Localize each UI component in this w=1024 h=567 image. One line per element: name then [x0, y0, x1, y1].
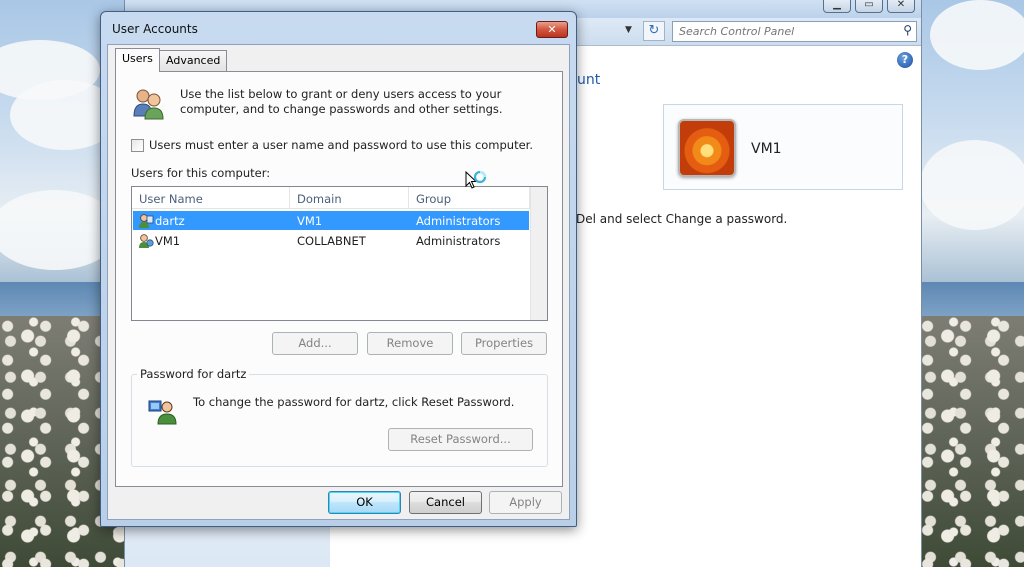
- intro-text: Use the list below to grant or deny user…: [180, 87, 503, 116]
- password-instructions: To change the password for dartz, click …: [193, 395, 515, 409]
- add-user-button[interactable]: Add...: [272, 332, 358, 355]
- dialog-title: User Accounts: [112, 22, 198, 36]
- help-icon[interactable]: ?: [897, 52, 913, 68]
- search-icon[interactable]: ⚲: [903, 23, 912, 37]
- column-header-group[interactable]: Group: [416, 192, 451, 206]
- user-tile-name: VM1: [751, 141, 782, 157]
- dialog-close-button[interactable]: ✕: [536, 21, 568, 38]
- users-list-label: Users for this computer:: [131, 166, 271, 180]
- ok-button[interactable]: OK: [328, 491, 401, 514]
- reset-password-button[interactable]: Reset Password...: [388, 428, 533, 451]
- password-user-icon: [148, 400, 177, 425]
- require-login-label: Users must enter a user name and passwor…: [149, 138, 534, 152]
- users-list[interactable]: User Name Domain Group dartz VM1 Adminis…: [131, 186, 548, 321]
- user-row-icon: [139, 214, 154, 228]
- tab-advanced[interactable]: Advanced: [159, 50, 228, 71]
- cp-search-box: ⚲: [672, 21, 917, 42]
- properties-button[interactable]: Properties: [461, 332, 547, 355]
- cell-user-name: VM1: [155, 234, 181, 248]
- cp-maximize-button[interactable]: ▭: [855, 0, 883, 13]
- search-input[interactable]: [673, 22, 883, 41]
- remove-user-button[interactable]: Remove: [367, 332, 453, 355]
- cp-minimize-button[interactable]: ▁: [823, 0, 851, 13]
- cancel-button[interactable]: Cancel: [409, 491, 482, 514]
- column-header-user-name[interactable]: User Name: [139, 192, 203, 206]
- password-group: Password for dartz To change the passwor…: [131, 367, 548, 467]
- cp-password-hint: Del and select Change a password.: [576, 212, 788, 226]
- table-row[interactable]: dartz VM1 Administrators: [133, 211, 529, 230]
- require-login-checkbox[interactable]: [131, 138, 144, 152]
- cp-close-button[interactable]: ✕: [887, 0, 915, 13]
- cell-domain: VM1: [297, 214, 323, 228]
- column-header-domain[interactable]: Domain: [297, 192, 342, 206]
- desktop-wallpaper-right: [920, 0, 1024, 567]
- password-group-legend: Password for dartz: [137, 367, 250, 381]
- refresh-icon[interactable]: ↻: [643, 21, 665, 41]
- list-scrollbar-area: [530, 187, 547, 320]
- apply-button[interactable]: Apply: [489, 491, 562, 514]
- busy-cursor-icon: [465, 171, 487, 189]
- cell-group: Administrators: [416, 234, 501, 248]
- table-row[interactable]: VM1 COLLABNET Administrators: [133, 231, 529, 250]
- cp-page-heading: unt: [577, 72, 601, 88]
- dialog-client-area: Users Advanced Use the list below to gra…: [107, 44, 570, 520]
- users-icon: [133, 89, 164, 120]
- user-row-icon: [139, 234, 154, 248]
- users-tab-panel: Use the list below to grant or deny user…: [115, 71, 563, 487]
- user-account-tile[interactable]: VM1: [663, 104, 903, 190]
- cell-domain: COLLABNET: [297, 234, 366, 248]
- cell-user-name: dartz: [155, 214, 185, 228]
- require-login-checkbox-row[interactable]: Users must enter a user name and passwor…: [131, 138, 533, 152]
- user-picture: [678, 119, 736, 177]
- address-dropdown-icon[interactable]: ▼: [625, 25, 632, 35]
- tab-users[interactable]: Users: [115, 48, 160, 72]
- user-accounts-dialog: User Accounts ✕ Users Advanced Use the l…: [100, 11, 577, 527]
- cell-group: Administrators: [416, 214, 501, 228]
